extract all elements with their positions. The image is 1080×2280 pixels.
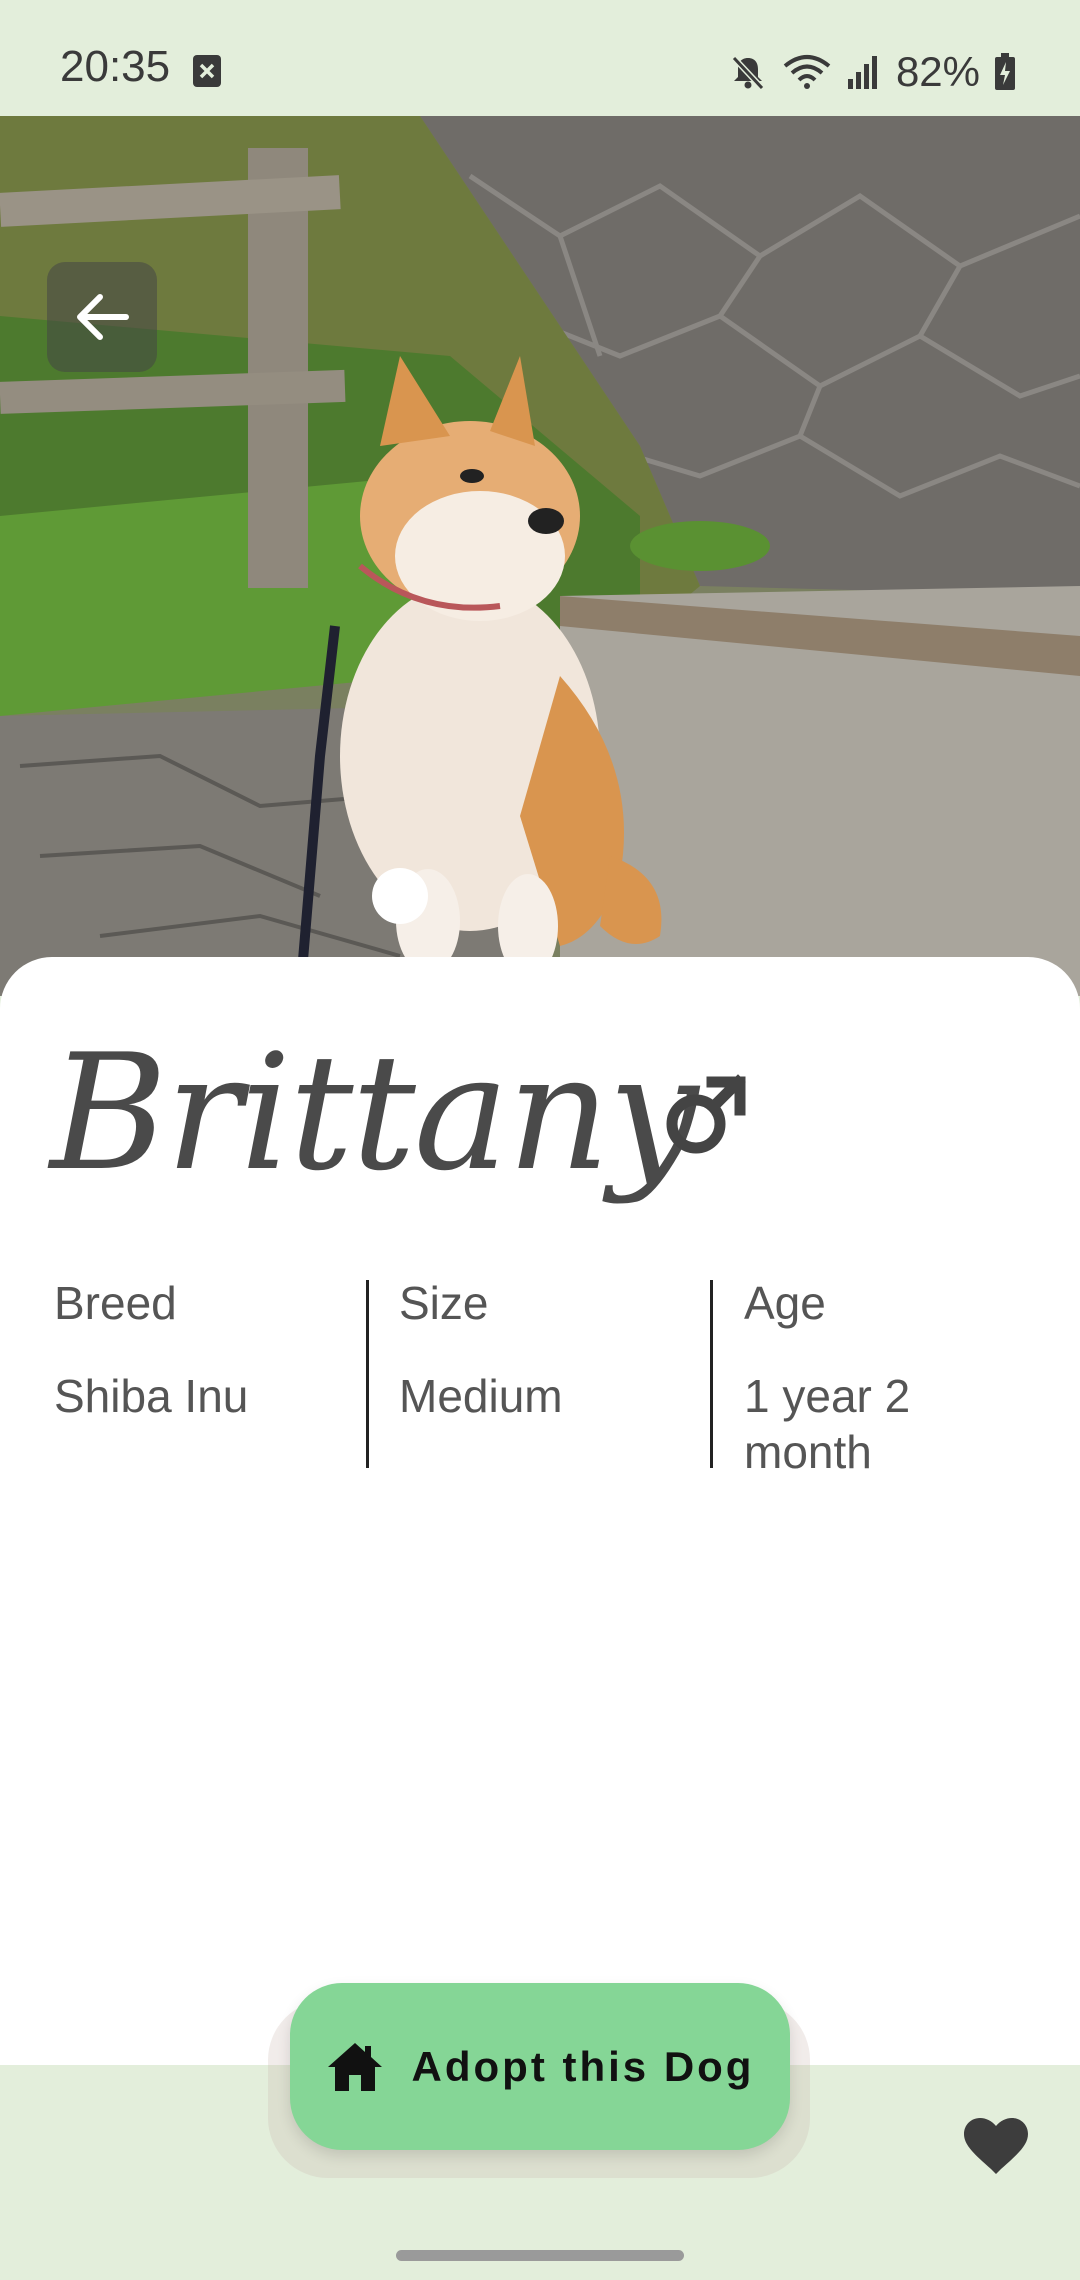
- status-bar: 20:35 82%: [0, 0, 1080, 116]
- adopt-button-label: Adopt this Dog: [411, 2042, 755, 2090]
- dog-photo: [0, 116, 1080, 996]
- heart-icon[interactable]: [964, 2118, 1028, 2176]
- age-label: Age: [744, 1277, 826, 1329]
- breed-value: Shiba Inu: [54, 1370, 249, 1422]
- back-button[interactable]: [47, 262, 157, 372]
- dog-name: Brittany: [50, 1019, 699, 1206]
- wifi-icon: [783, 55, 831, 89]
- size-label: Size: [399, 1277, 489, 1329]
- age-info: Age 1 year 2 month: [744, 1276, 994, 1480]
- gesture-home-indicator[interactable]: [396, 2250, 684, 2261]
- status-time: 20:35: [60, 42, 171, 91]
- size-info: Size Medium: [399, 1276, 699, 1424]
- signal-icon: [847, 56, 877, 89]
- info-divider: [710, 1280, 713, 1468]
- battery-percent: 82%: [895, 48, 980, 95]
- age-value: 1 year 2 month: [744, 1370, 911, 1478]
- breed-info: Breed Shiba Inu: [54, 1276, 354, 1424]
- home-icon: [327, 2042, 382, 2091]
- breed-label: Breed: [54, 1277, 177, 1329]
- notification-x-icon: [193, 55, 221, 87]
- dog-photo-illustration: [0, 116, 1080, 996]
- status-icons: 82%: [728, 48, 1016, 96]
- adopt-button[interactable]: Adopt this Dog: [290, 1983, 790, 2150]
- arrow-left-icon: [77, 294, 129, 340]
- male-symbol-icon: [666, 1074, 746, 1154]
- size-value: Medium: [399, 1370, 563, 1422]
- info-divider: [366, 1280, 369, 1468]
- mute-icon: [731, 55, 765, 91]
- battery-charging-icon: [995, 53, 1015, 90]
